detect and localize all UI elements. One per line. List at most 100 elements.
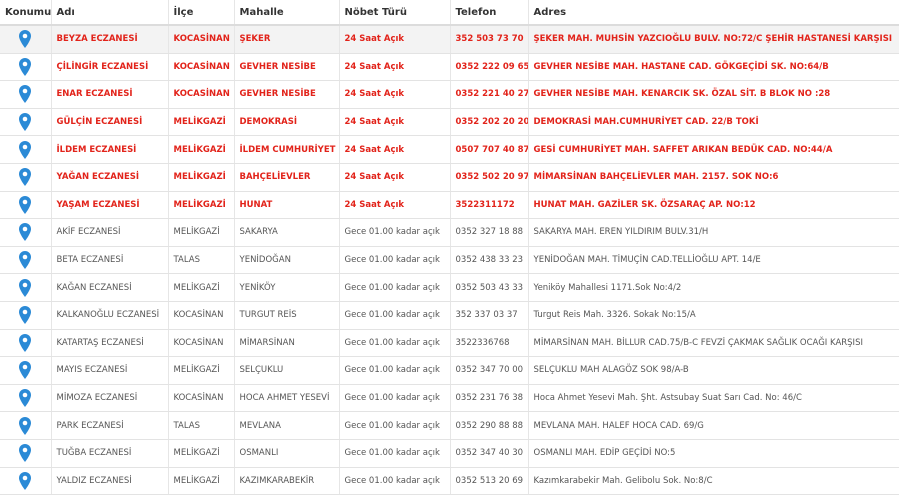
table-row[interactable]: ÇİLİNGİR ECZANESİ KOCASİNAN GEVHER NESİBE 2… (0, 53, 899, 82)
map-pin-icon[interactable] (19, 251, 32, 270)
location-cell (0, 80, 52, 109)
table-row[interactable]: ENAR ECZANESİ KOCASİNAN GEVHER NESİBE 24 Sa… (0, 80, 899, 109)
phone-cell: 0352 438 33 23 (450, 246, 529, 275)
map-pin-icon[interactable] (19, 140, 32, 159)
district-cell: MELİKGAZİ (168, 356, 235, 385)
duty-type-cell: Gece 01.00 kadar açık (339, 246, 451, 275)
header-duty-type[interactable]: Nöbet Türü (339, 0, 451, 26)
table-header-row: Konumu Adı İlçe Mahalle Nöbet Türü Telef… (0, 0, 899, 26)
district-cell: TALAS (168, 246, 235, 275)
pharmacy-name: TUĞBA ECZANESİ (51, 439, 169, 468)
pharmacy-name: KAĞAN ECZANESİ (51, 273, 169, 302)
district-cell: KOCASİNAN (168, 80, 235, 109)
map-pin-icon[interactable] (19, 389, 32, 408)
map-pin-icon[interactable] (19, 223, 32, 242)
address-cell: GEVHER NESİBE MAH. HASTANE CAD. GÖKGEÇİD… (528, 53, 899, 82)
map-pin-icon[interactable] (19, 278, 32, 297)
duty-type-cell: Gece 01.00 kadar açık (339, 218, 451, 247)
table-row[interactable]: PARK ECZANESİ TALAS MEVLANA Gece 01.00 kada… (0, 411, 899, 440)
phone-cell: 0507 707 40 87 (450, 135, 529, 164)
district-cell: MELİKGAZİ (168, 135, 235, 164)
map-pin-icon[interactable] (19, 333, 32, 352)
table-row[interactable]: YAŞAM ECZANESİ MELİKGAZİ HUNAT 24 Saat Açık… (0, 191, 899, 220)
pharmacy-name: BEYZA ECZANESİ (51, 25, 169, 54)
duty-type-cell: Gece 01.00 kadar açık (339, 356, 451, 385)
header-district[interactable]: İlçe (168, 0, 235, 26)
table-row[interactable]: BETA ECZANESİ TALAS YENİDOĞAN Gece 01.00 ka… (0, 246, 899, 275)
address-cell: MİMARSİNAN BAHÇELİEVLER MAH. 2157. SOK N… (528, 163, 899, 192)
district-cell: MELİKGAZİ (168, 439, 235, 468)
neighborhood-cell: MEVLANA (234, 411, 340, 440)
map-pin-icon[interactable] (19, 306, 32, 325)
district-cell: TALAS (168, 411, 235, 440)
phone-cell: 3522311172 (450, 191, 529, 220)
duty-type-cell: Gece 01.00 kadar açık (339, 384, 451, 413)
pharmacy-name: KALKANOĞLU ECZANESİ (51, 301, 169, 330)
phone-cell: 0352 347 40 30 (450, 439, 529, 468)
location-cell (0, 108, 52, 137)
address-cell: MEVLANA MAH. HALEF HOCA CAD. 69/G (528, 411, 899, 440)
table-row[interactable]: GÜLÇİN ECZANESİ MELİKGAZİ DEMOKRASİ 24 Saat… (0, 108, 899, 137)
phone-cell: 0352 221 40 27 (450, 80, 529, 109)
map-pin-icon[interactable] (19, 113, 32, 132)
neighborhood-cell: ŞEKER (234, 25, 340, 54)
map-pin-icon[interactable] (19, 471, 32, 490)
phone-cell: 0352 222 09 65 (450, 53, 529, 82)
neighborhood-cell: HUNAT (234, 191, 340, 220)
map-pin-icon[interactable] (19, 85, 32, 104)
address-cell: GEVHER NESİBE MAH. KENARCIK SK. ÖZAL SİT… (528, 80, 899, 109)
table-row[interactable]: MAYIS ECZANESİ MELİKGAZİ SELÇUKLU Gece 01.0… (0, 356, 899, 385)
pharmacy-name: MAYIS ECZANESİ (51, 356, 169, 385)
pharmacy-name: PARK ECZANESİ (51, 411, 169, 440)
table-row[interactable]: KALKANOĞLU ECZANESİ KOCASİNAN TURGUT REİS G… (0, 301, 899, 330)
duty-type-cell: Gece 01.00 kadar açık (339, 273, 451, 302)
table-row[interactable]: AKİF ECZANESİ MELİKGAZİ SAKARYA Gece 01.00 … (0, 218, 899, 247)
header-location[interactable]: Konumu (0, 0, 52, 26)
location-cell (0, 273, 52, 302)
map-pin-icon[interactable] (19, 30, 32, 49)
district-cell: KOCASİNAN (168, 329, 235, 358)
pharmacy-name: MİMOZA ECZANESİ (51, 384, 169, 413)
map-pin-icon[interactable] (19, 361, 32, 380)
map-pin-icon[interactable] (19, 444, 32, 463)
header-neighborhood[interactable]: Mahalle (234, 0, 340, 26)
district-cell: MELİKGAZİ (168, 108, 235, 137)
neighborhood-cell: TURGUT REİS (234, 301, 340, 330)
district-cell: KOCASİNAN (168, 53, 235, 82)
district-cell: KOCASİNAN (168, 301, 235, 330)
table-row[interactable]: KATARTAŞ ECZANESİ KOCASİNAN MİMARSİNAN Gece… (0, 329, 899, 358)
neighborhood-cell: GEVHER NESİBE (234, 53, 340, 82)
neighborhood-cell: OSMANLI (234, 439, 340, 468)
table-row[interactable]: TUĞBA ECZANESİ MELİKGAZİ OSMANLI Gece 01.00… (0, 439, 899, 468)
map-pin-icon[interactable] (19, 168, 32, 187)
location-cell (0, 191, 52, 220)
duty-type-cell: 24 Saat Açık (339, 25, 451, 54)
address-cell: Yeniköy Mahallesi 1171.Sok No:4/2 (528, 273, 899, 302)
address-cell: SAKARYA MAH. EREN YILDIRIM BULV.31/H (528, 218, 899, 247)
table-row[interactable]: İLDEM ECZANESİ MELİKGAZİ İLDEM CUMHURİYET 2… (0, 135, 899, 164)
map-pin-icon[interactable] (19, 57, 32, 76)
map-pin-icon[interactable] (19, 416, 32, 435)
table-row[interactable]: YAĞAN ECZANESİ MELİKGAZİ BAHÇELİEVLER 24 Sa… (0, 163, 899, 192)
address-cell: OSMANLI MAH. EDİP GEÇİDİ NO:5 (528, 439, 899, 468)
location-cell (0, 246, 52, 275)
table-row[interactable]: YALDIZ ECZANESİ MELİKGAZİ KAZIMKARABEKİR Ge… (0, 467, 899, 495)
phone-cell: 0352 231 76 38 (450, 384, 529, 413)
phone-cell: 0352 502 20 97 (450, 163, 529, 192)
table-row[interactable]: BEYZA ECZANESİ KOCASİNAN ŞEKER 24 Saat Açık… (0, 25, 899, 54)
neighborhood-cell: SELÇUKLU (234, 356, 340, 385)
location-cell (0, 25, 52, 54)
header-phone[interactable]: Telefon (450, 0, 529, 26)
header-name[interactable]: Adı (51, 0, 169, 26)
district-cell: KOCASİNAN (168, 25, 235, 54)
location-cell (0, 411, 52, 440)
location-cell (0, 218, 52, 247)
table-row[interactable]: KAĞAN ECZANESİ MELİKGAZİ YENİKÖY Gece 01.00… (0, 273, 899, 302)
table-row[interactable]: MİMOZA ECZANESİ KOCASİNAN HOCA AHMET YESEV… (0, 384, 899, 413)
duty-type-cell: Gece 01.00 kadar açık (339, 329, 451, 358)
header-address[interactable]: Adres (528, 0, 899, 26)
neighborhood-cell: SAKARYA (234, 218, 340, 247)
district-cell: MELİKGAZİ (168, 218, 235, 247)
map-pin-icon[interactable] (19, 195, 32, 214)
address-cell: Turgut Reis Mah. 3326. Sokak No:15/A (528, 301, 899, 330)
